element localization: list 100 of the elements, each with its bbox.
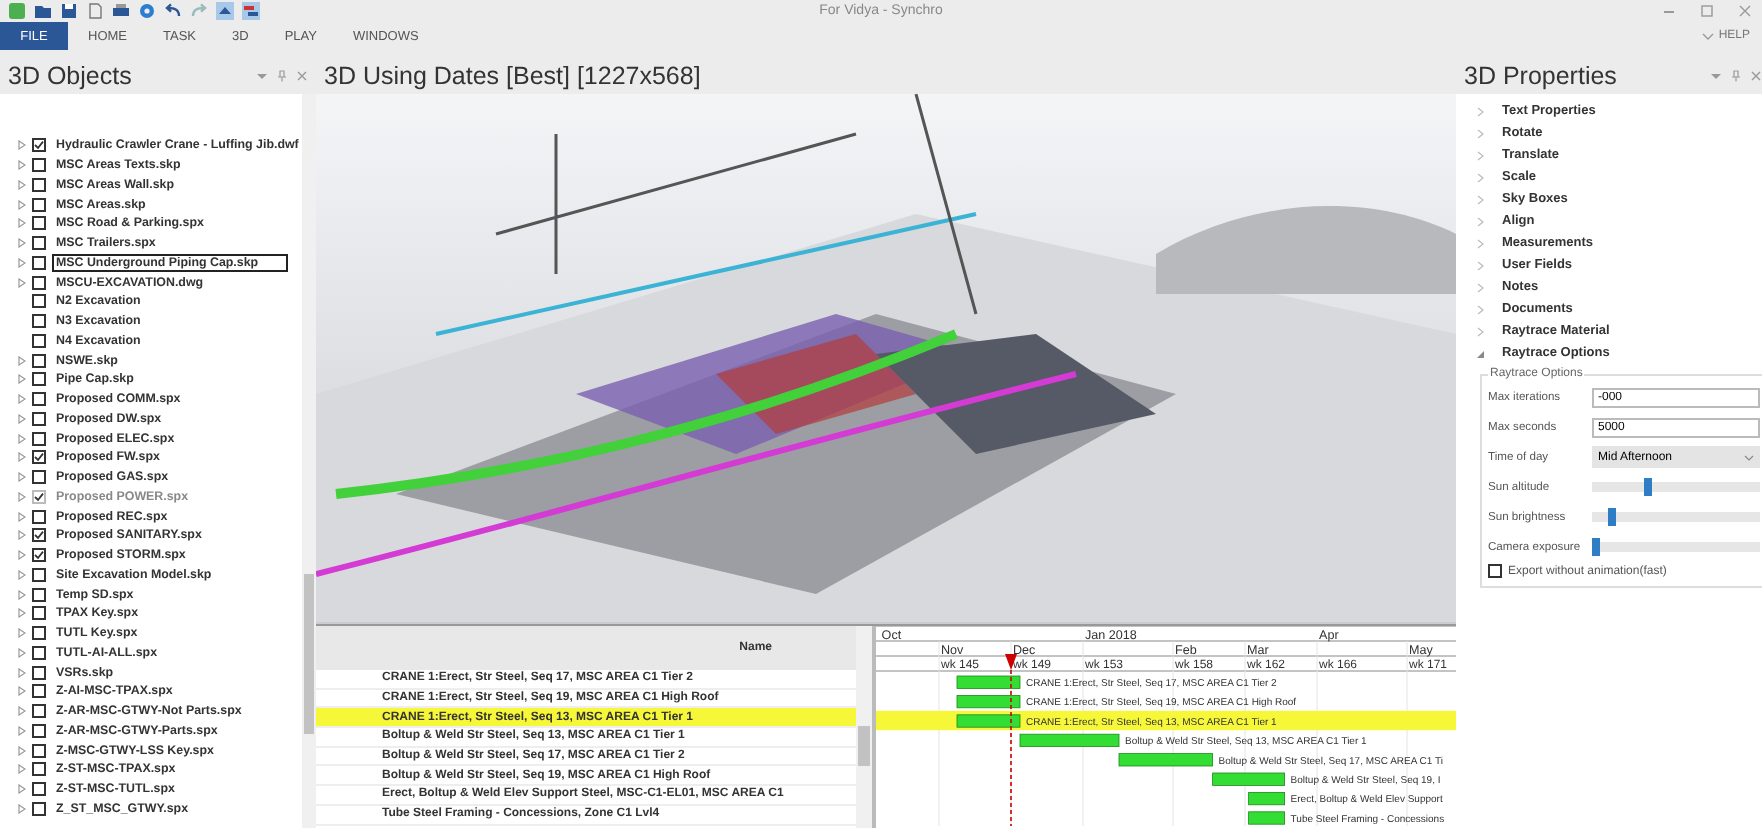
close-icon[interactable] — [1736, 2, 1754, 20]
expand-icon[interactable] — [1474, 215, 1486, 227]
checkbox[interactable] — [32, 314, 46, 329]
close-icon[interactable] — [1750, 69, 1762, 81]
expand-icon[interactable] — [1474, 325, 1486, 337]
checkbox[interactable] — [32, 548, 46, 563]
pin-icon[interactable] — [276, 69, 288, 81]
expand-icon[interactable] — [18, 452, 26, 463]
checkbox[interactable] — [32, 626, 46, 641]
expand-icon[interactable] — [18, 140, 26, 151]
checkbox[interactable] — [32, 470, 46, 485]
checkbox[interactable] — [32, 587, 46, 602]
checkbox[interactable] — [32, 372, 46, 387]
slider-thumb[interactable] — [1643, 478, 1652, 496]
expand-icon[interactable] — [18, 413, 26, 424]
expand-icon[interactable] — [18, 530, 26, 541]
checkbox[interactable] — [32, 684, 46, 699]
expand-icon[interactable] — [18, 706, 26, 717]
checkbox[interactable] — [1488, 564, 1502, 578]
expand-icon[interactable] — [18, 472, 26, 483]
checkbox[interactable] — [32, 723, 46, 738]
task-bar[interactable] — [1118, 753, 1213, 767]
expand-icon[interactable] — [18, 257, 26, 268]
expand-icon[interactable] — [18, 686, 26, 697]
expand-icon[interactable] — [18, 803, 26, 814]
checkbox[interactable] — [32, 138, 46, 153]
expand-icon[interactable] — [18, 589, 26, 600]
checkbox[interactable] — [32, 275, 46, 290]
slider-thumb[interactable] — [1608, 508, 1617, 526]
checkbox[interactable] — [32, 216, 46, 231]
settings-icon[interactable] — [138, 2, 156, 20]
checkbox[interactable] — [32, 236, 46, 251]
scrollbar[interactable] — [302, 94, 316, 828]
close-icon[interactable] — [296, 69, 308, 81]
expand-icon[interactable] — [18, 608, 26, 619]
task-bar[interactable] — [1248, 811, 1285, 825]
checkbox[interactable] — [32, 567, 46, 582]
expand-icon[interactable] — [18, 667, 26, 678]
checkbox[interactable] — [32, 450, 46, 465]
checkbox[interactable] — [32, 255, 46, 270]
expand-icon[interactable] — [18, 238, 26, 249]
3d-view-icon[interactable] — [216, 2, 234, 20]
expand-icon[interactable] — [18, 218, 26, 229]
checkbox[interactable] — [32, 411, 46, 426]
expand-icon[interactable] — [18, 647, 26, 658]
expand-icon[interactable] — [18, 511, 26, 522]
checkbox[interactable] — [32, 606, 46, 621]
checkbox[interactable] — [32, 197, 46, 212]
expand-icon[interactable] — [1474, 149, 1486, 161]
caret-icon[interactable] — [1702, 30, 1715, 42]
checkbox[interactable] — [32, 333, 46, 348]
expand-icon[interactable] — [18, 199, 26, 210]
print-icon[interactable] — [112, 2, 130, 20]
checkbox[interactable] — [32, 645, 46, 660]
task-bar[interactable] — [1212, 772, 1285, 786]
gantt-icon[interactable] — [242, 2, 260, 20]
maximize-icon[interactable] — [1698, 2, 1716, 20]
slider-track[interactable] — [1592, 512, 1760, 522]
expand-icon[interactable] — [1474, 105, 1486, 117]
checkbox[interactable] — [32, 704, 46, 719]
expand-icon[interactable] — [1474, 259, 1486, 271]
undo-icon[interactable] — [164, 2, 182, 20]
expand-icon[interactable] — [1474, 171, 1486, 183]
checkbox[interactable] — [32, 392, 46, 407]
checkbox[interactable] — [32, 665, 46, 680]
expand-icon[interactable] — [1474, 281, 1486, 293]
scrollbar[interactable] — [856, 626, 872, 828]
slider-track[interactable] — [1592, 542, 1760, 552]
expand-icon[interactable] — [1474, 193, 1486, 205]
checkbox[interactable] — [32, 431, 46, 446]
task-bar[interactable] — [956, 714, 1021, 728]
checkbox[interactable] — [32, 762, 46, 777]
checkbox[interactable] — [32, 801, 46, 816]
expand-icon[interactable] — [18, 355, 26, 366]
checkbox[interactable] — [32, 782, 46, 797]
expand-icon[interactable] — [18, 725, 26, 736]
expand-icon[interactable] — [18, 160, 26, 171]
checkbox[interactable] — [32, 177, 46, 192]
slider-thumb[interactable] — [1591, 538, 1600, 556]
checkbox[interactable] — [32, 743, 46, 758]
expand-icon[interactable] — [18, 277, 26, 288]
redo-icon[interactable] — [190, 2, 208, 20]
expand-icon[interactable] — [18, 394, 26, 405]
expand-icon[interactable] — [18, 745, 26, 756]
checkbox[interactable] — [32, 509, 46, 524]
expand-icon[interactable] — [18, 764, 26, 775]
task-bar[interactable] — [1019, 733, 1120, 747]
task-bar[interactable] — [956, 695, 1021, 709]
dropdown-icon[interactable] — [256, 69, 268, 81]
slider-track[interactable] — [1592, 482, 1760, 492]
expand-icon[interactable] — [18, 179, 26, 190]
expand-icon[interactable] — [18, 784, 26, 795]
dropdown-icon[interactable] — [1710, 69, 1722, 81]
checkbox[interactable] — [32, 353, 46, 368]
expand-icon[interactable] — [1474, 347, 1486, 359]
expand-icon[interactable] — [18, 550, 26, 561]
expand-icon[interactable] — [18, 569, 26, 580]
save-icon[interactable] — [60, 2, 78, 20]
task-bar[interactable] — [1248, 792, 1285, 806]
expand-icon[interactable] — [1474, 303, 1486, 315]
